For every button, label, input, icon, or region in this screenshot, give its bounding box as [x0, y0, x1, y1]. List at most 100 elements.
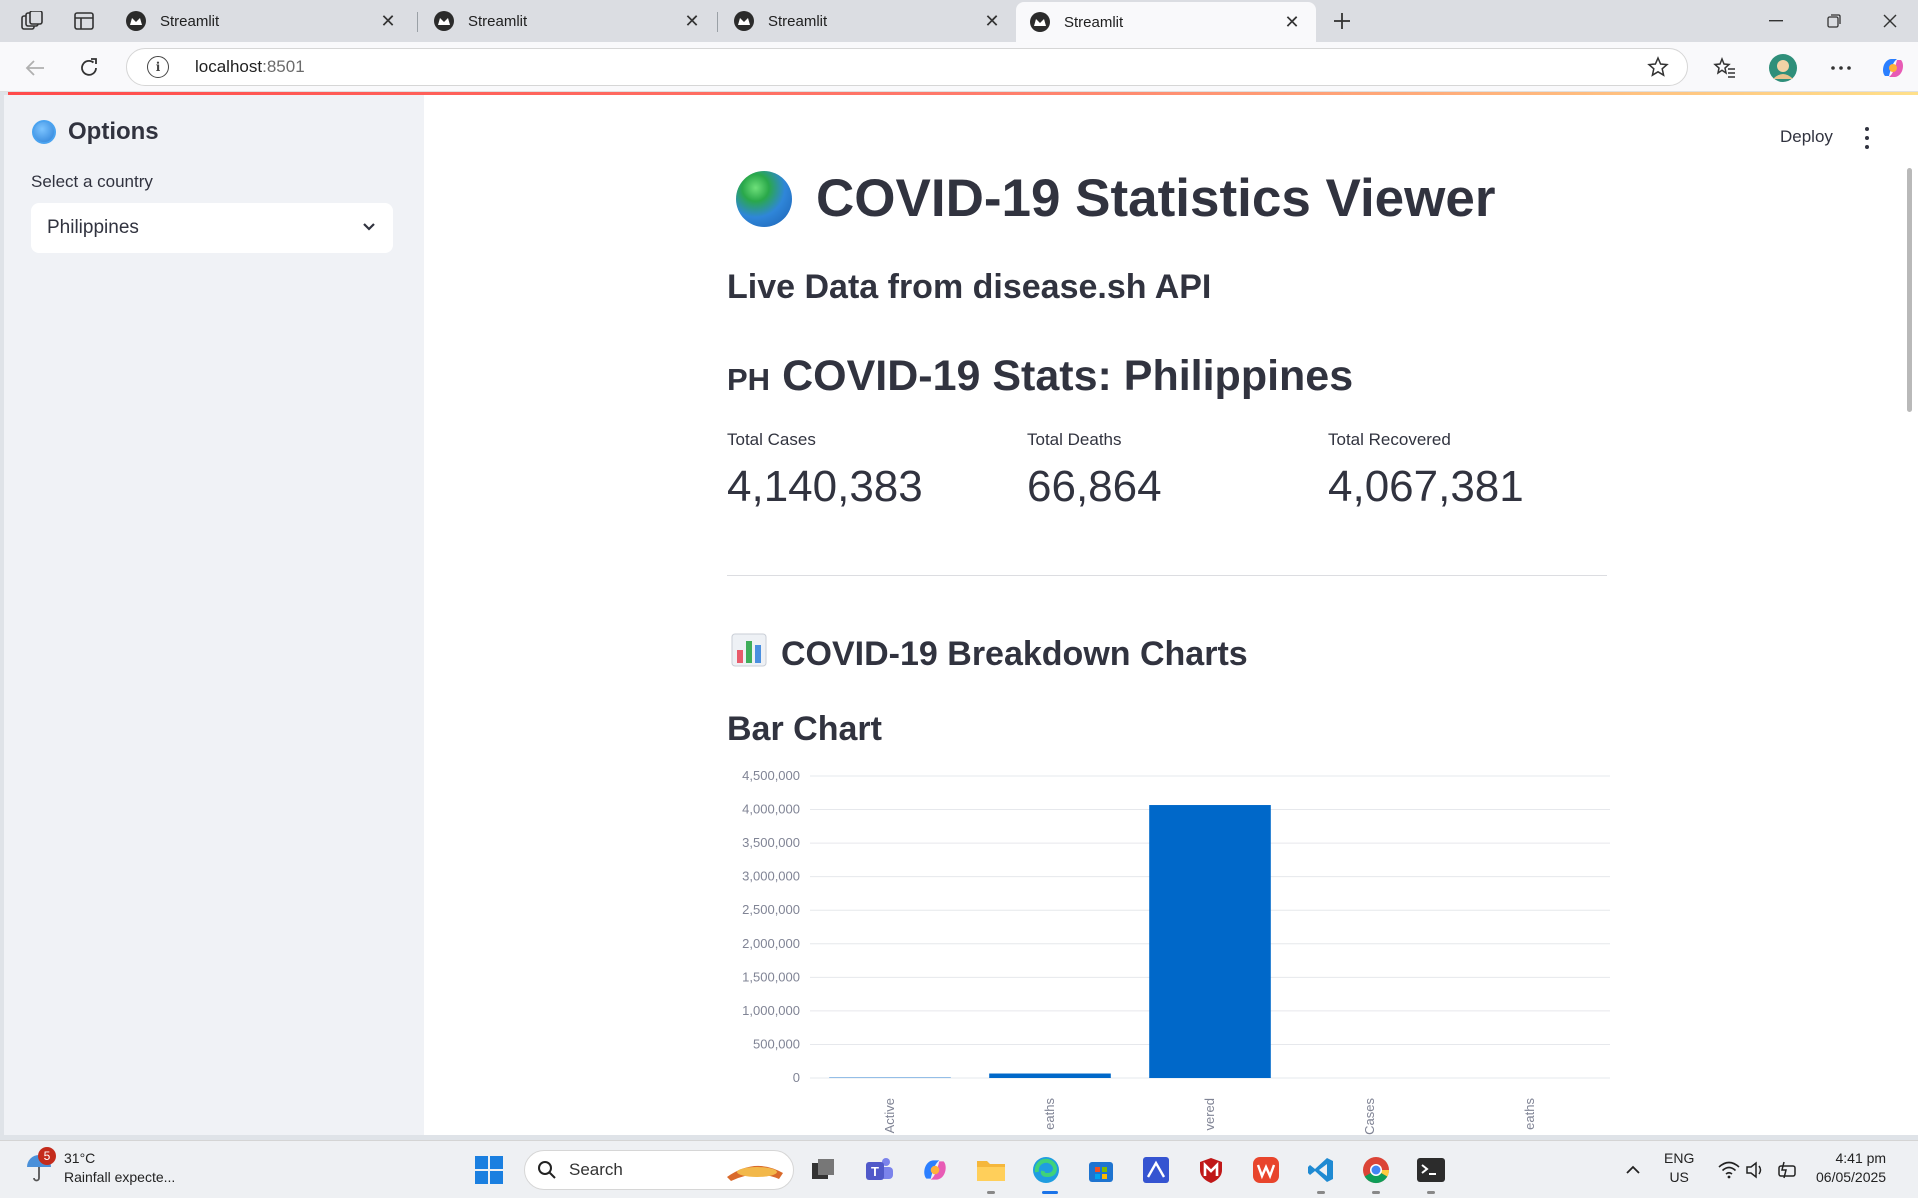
bar-deaths[interactable]	[989, 1073, 1111, 1078]
taskbar-search[interactable]: Search	[524, 1150, 794, 1190]
x-tick-label: eaths	[1522, 1098, 1537, 1130]
running-indicator	[1372, 1191, 1380, 1194]
charts-heading-text: COVID-19 Breakdown Charts	[781, 635, 1248, 673]
tab-streamlit-3[interactable]: Streamlit ✕	[720, 0, 1016, 42]
start-button-icon[interactable]	[470, 1151, 508, 1189]
workspaces-icon[interactable]	[14, 6, 50, 36]
globe-icon	[32, 120, 56, 144]
copilot-icon[interactable]	[1876, 52, 1910, 84]
clock-date: 06/05/2025	[1816, 1169, 1887, 1185]
chevron-down-icon	[361, 219, 377, 241]
tab-close-icon[interactable]: ✕	[378, 11, 398, 32]
keyboard-layout: US	[1669, 1169, 1689, 1185]
new-tab-icon[interactable]	[1324, 6, 1360, 36]
back-arrow-icon[interactable]	[18, 52, 52, 84]
chevron-up-icon[interactable]	[1614, 1151, 1652, 1189]
url-text: localhost:8501	[195, 57, 305, 76]
address-bar[interactable]: i localhost:8501	[126, 48, 1688, 86]
input-language[interactable]: ENG US	[1664, 1149, 1694, 1187]
streamlit-favicon-icon	[126, 11, 146, 31]
country-flag-code: PH	[727, 362, 771, 397]
file-explorer-icon[interactable]	[972, 1151, 1010, 1189]
tab-separator	[417, 12, 418, 32]
y-tick-label: 3,000,000	[742, 869, 800, 884]
y-tick-label: 4,500,000	[742, 768, 800, 783]
weather-text: 31°C Rainfall expecte...	[64, 1149, 175, 1187]
streamlit-favicon-icon	[434, 11, 454, 31]
streamlit-favicon-icon	[734, 11, 754, 31]
country-select-value: Philippines	[47, 217, 139, 238]
chrome-icon[interactable]	[1357, 1151, 1395, 1189]
stats-heading: PH COVID-19 Stats: Philippines	[727, 352, 1353, 401]
metric-label: Total Recovered	[1328, 430, 1451, 449]
stats-heading-text: COVID-19 Stats: Philippines	[782, 352, 1354, 400]
metric-value: 66,864	[1027, 462, 1162, 511]
browser-tab-strip: Streamlit ✕ Streamlit ✕ Streamlit ✕ Stre…	[0, 0, 1918, 42]
close-window-icon[interactable]	[1862, 0, 1918, 42]
refresh-icon[interactable]	[72, 52, 106, 84]
running-indicator	[1317, 1191, 1325, 1194]
profile-avatar[interactable]	[1766, 52, 1800, 84]
weather-widget[interactable]: 5 31°C Rainfall expecte...	[22, 1147, 175, 1187]
tab-title: Streamlit	[160, 12, 220, 30]
x-tick-label: vered	[1202, 1098, 1217, 1131]
system-clock[interactable]: 4:41 pm 06/05/2025	[1816, 1149, 1886, 1187]
metric-label: Total Deaths	[1027, 430, 1122, 449]
tab-close-icon[interactable]: ✕	[1282, 12, 1302, 33]
y-tick-label: 1,500,000	[742, 969, 800, 984]
main-scrollbar[interactable]	[1907, 168, 1912, 412]
running-indicator	[987, 1191, 995, 1194]
y-tick-label: 500,000	[753, 1036, 800, 1051]
country-select-label: Select a country	[31, 172, 153, 191]
tab-streamlit-2[interactable]: Streamlit ✕	[420, 0, 716, 42]
streamlit-favicon-icon	[1030, 12, 1050, 32]
minimize-icon[interactable]	[1748, 0, 1804, 42]
battery-icon[interactable]	[1768, 1151, 1806, 1189]
page-subtitle: Live Data from disease.sh API	[727, 268, 1212, 306]
search-highlight-icon	[727, 1165, 783, 1181]
edge-icon[interactable]	[1027, 1151, 1065, 1189]
task-view-icon[interactable]	[804, 1151, 842, 1189]
country-select[interactable]: Philippines	[31, 203, 393, 253]
main-menu-icon[interactable]	[1862, 127, 1872, 149]
vscode-icon[interactable]	[1302, 1151, 1340, 1189]
metric-label: Total Cases	[727, 430, 816, 449]
store-icon[interactable]	[1082, 1151, 1120, 1189]
teams-icon[interactable]: T	[860, 1151, 898, 1189]
favorites-icon[interactable]	[1708, 52, 1742, 84]
clock-time: 4:41 pm	[1835, 1150, 1887, 1166]
more-options-icon[interactable]	[1824, 52, 1858, 84]
y-tick-label: 4,000,000	[742, 802, 800, 817]
tab-streamlit-active[interactable]: Streamlit ✕	[1016, 2, 1316, 42]
mcafee-icon[interactable]	[1192, 1151, 1230, 1189]
tab-close-icon[interactable]: ✕	[682, 11, 702, 32]
terminal-icon[interactable]	[1412, 1151, 1450, 1189]
restore-icon[interactable]	[1806, 0, 1862, 42]
tab-close-icon[interactable]: ✕	[982, 11, 1002, 32]
tab-title: Streamlit	[1064, 13, 1124, 31]
copilot-app-icon[interactable]	[916, 1151, 954, 1189]
metric-value: 4,067,381	[1328, 462, 1524, 511]
x-tick-label: Active	[882, 1098, 897, 1133]
tab-title: Streamlit	[768, 12, 828, 30]
deploy-button[interactable]: Deploy	[1780, 127, 1833, 147]
bar-chart-svg[interactable]: 0 500,000 1,000,000 1,500,000 2,000,000 2,500…	[724, 764, 1610, 1135]
tab-actions-icon[interactable]	[66, 6, 102, 36]
search-label: Search	[569, 1160, 623, 1179]
metric-total-deaths: Total Deaths 66,864	[1027, 430, 1162, 512]
tab-streamlit-1[interactable]: Streamlit ✕	[112, 0, 412, 42]
tab-title: Streamlit	[468, 12, 528, 30]
favorite-star-icon[interactable]	[1647, 56, 1669, 83]
language-code: ENG	[1664, 1150, 1695, 1166]
taskbar: 5 31°C Rainfall expecte... Search T ENG …	[0, 1140, 1918, 1198]
active-indicator	[1042, 1191, 1058, 1194]
divider	[727, 575, 1607, 576]
site-info-icon[interactable]: i	[147, 56, 169, 78]
pen-app-icon[interactable]	[1137, 1151, 1175, 1189]
bar-chart[interactable]: 0 500,000 1,000,000 1,500,000 2,000,000 2,500…	[724, 764, 1610, 1135]
bar-recovered[interactable]	[1149, 805, 1271, 1078]
sidebar-title-text: Options	[68, 118, 159, 145]
charts-heading: COVID-19 Breakdown Charts	[731, 632, 1248, 677]
page-title: COVID-19 Statistics Viewer	[736, 168, 1495, 229]
wps-office-icon[interactable]	[1247, 1151, 1285, 1189]
